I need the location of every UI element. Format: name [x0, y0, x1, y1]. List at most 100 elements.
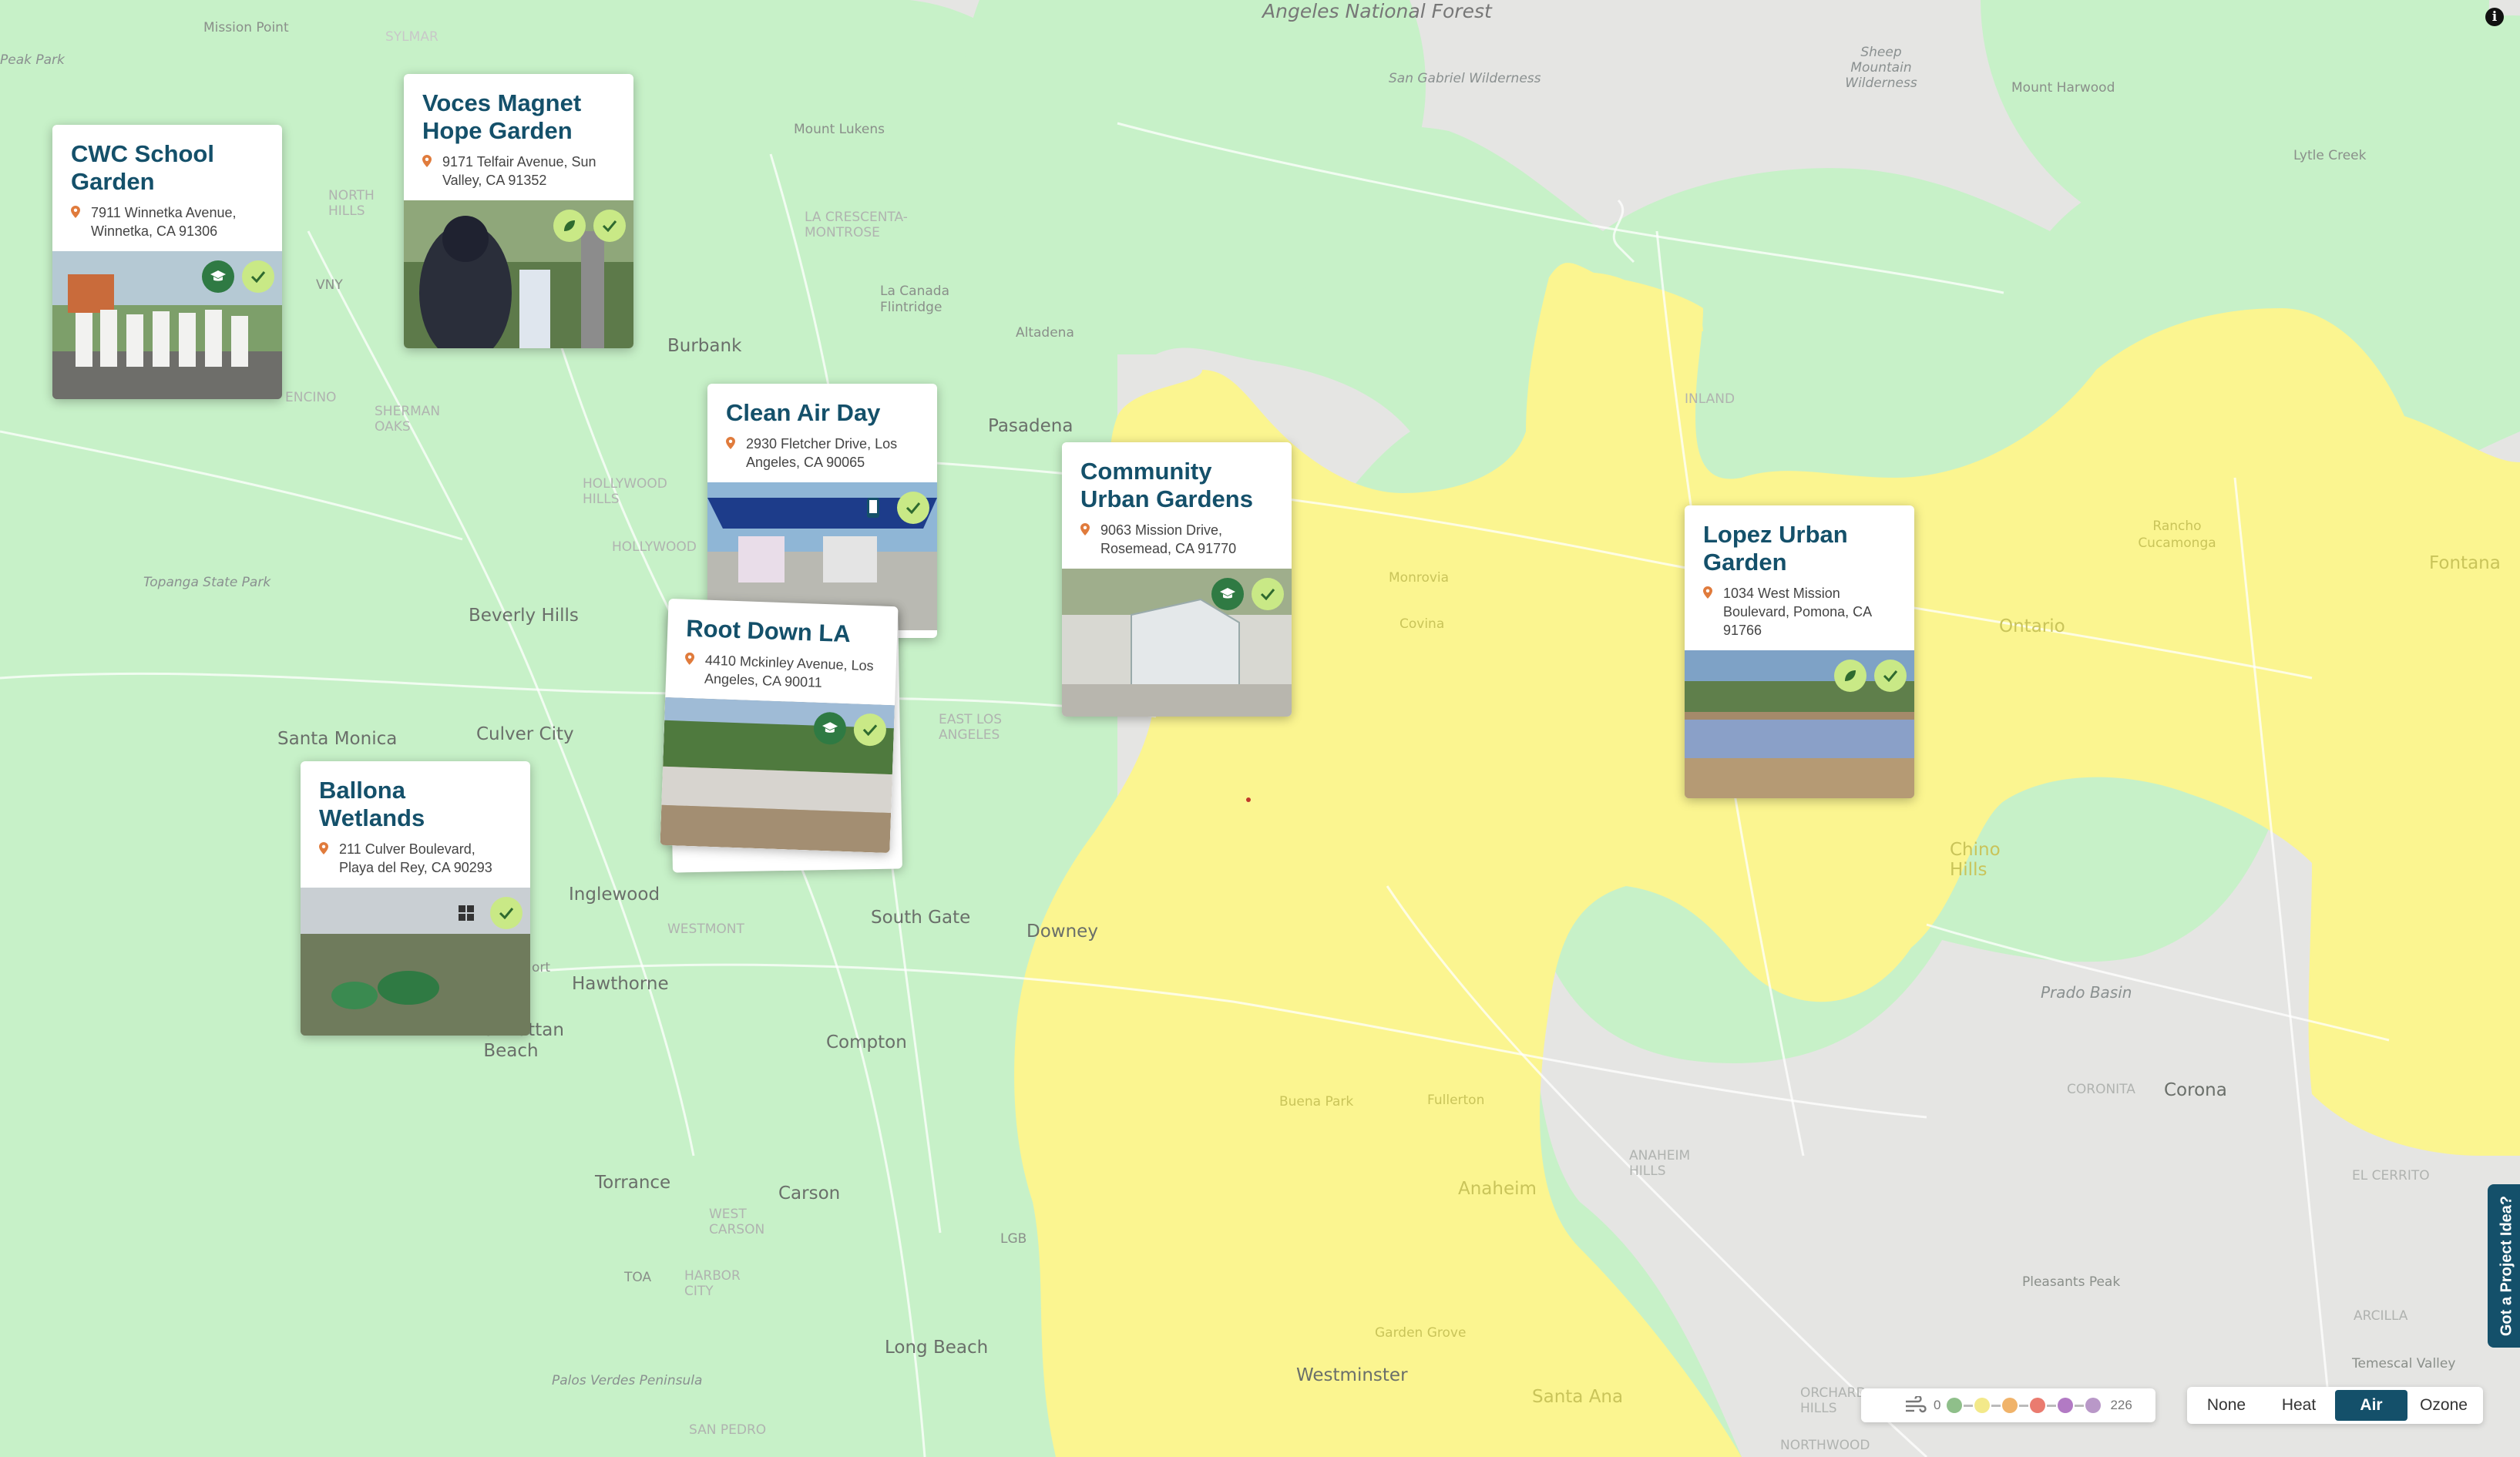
layer-option-heat[interactable]: Heat — [2263, 1390, 2335, 1421]
legend-dot-moderate — [1974, 1398, 1991, 1413]
place-chino-hills: Chino Hills — [1950, 840, 2001, 880]
check-badge-icon — [242, 260, 274, 293]
place-anaheim: Anaheim — [1458, 1179, 1537, 1199]
project-card-clean-air-day[interactable]: Clean Air Day 2930 Fletcher Drive, Los A… — [707, 384, 937, 638]
place-san-pedro: SAN PEDRO — [689, 1422, 767, 1438]
place-santa-monica: Santa Monica — [277, 729, 398, 749]
place-sherman-oaks: SHERMAN OAKS — [375, 404, 441, 435]
place-santa-ana: Santa Ana — [1532, 1387, 1624, 1407]
info-icon[interactable]: i — [2485, 8, 2504, 26]
project-idea-label: Got a Project Idea? — [2498, 1195, 2515, 1337]
check-badge-icon — [593, 210, 626, 242]
place-inland: INLAND — [1685, 391, 1735, 407]
check-badge-icon — [1252, 578, 1284, 610]
place-west-carson: WEST CARSON — [709, 1207, 765, 1237]
place-ontario: Ontario — [1999, 616, 2065, 636]
place-carson: Carson — [778, 1183, 841, 1204]
place-buena-park: Buena Park — [1279, 1094, 1354, 1110]
check-badge-icon — [490, 897, 522, 929]
card-photo — [660, 697, 895, 854]
place-garden-grove: Garden Grove — [1375, 1325, 1467, 1341]
card-title: Clean Air Day — [726, 399, 881, 426]
location-pin-icon — [726, 437, 735, 449]
place-topanga: Topanga State Park — [143, 575, 271, 590]
card-address: 9171 Telfair Avenue, Sun Valley, CA 9135… — [442, 154, 596, 188]
place-culver-city: Culver City — [476, 724, 574, 744]
legend-dot-hazardous — [2085, 1398, 2102, 1413]
phone-badge-icon — [857, 492, 889, 524]
place-corona: Corona — [2164, 1080, 2227, 1100]
legend-min: 0 — [1934, 1398, 1941, 1412]
location-pin-icon — [1703, 586, 1712, 599]
place-beverly-hills: Beverly Hills — [469, 606, 579, 626]
card-address: 211 Culver Boulevard, Playa del Rey, CA … — [339, 841, 492, 875]
place-coronita: CORONITA — [2067, 1082, 2135, 1097]
place-north-hills: NORTH HILLS — [328, 188, 375, 219]
wind-icon — [1906, 1396, 1927, 1413]
place-monrovia: Monrovia — [1389, 570, 1450, 586]
card-title: Root Down LA — [685, 614, 852, 648]
project-card-community-urban-gardens[interactable]: Community Urban Gardens 9063 Mission Dri… — [1062, 442, 1292, 717]
legend-dot-sensitive — [2002, 1398, 2018, 1413]
place-rancho: Rancho Cucamonga — [2138, 519, 2216, 551]
location-pin-icon — [319, 842, 328, 854]
aqi-legend: 0 226 — [1861, 1388, 2155, 1422]
place-sylmar: SYLMAR — [385, 29, 438, 45]
place-pasadena: Pasadena — [988, 416, 1074, 436]
card-photo — [404, 200, 633, 348]
place-altadena: Altadena — [1016, 325, 1074, 341]
place-prado: Prado Basin — [2041, 983, 2132, 1002]
place-downey: Downey — [1026, 922, 1098, 942]
project-idea-tab[interactable]: Got a Project Idea? — [2488, 1184, 2520, 1348]
card-title: Lopez Urban Garden — [1703, 521, 1848, 576]
check-badge-icon — [897, 492, 929, 524]
legend-dot-good — [1947, 1398, 1963, 1413]
place-angeles: Angeles National Forest — [1262, 0, 1492, 22]
project-card-cwc[interactable]: CWC School Garden 7911 Winnetka Avenue, … — [52, 125, 282, 399]
place-pleasants-peak: Pleasants Peak — [2022, 1274, 2121, 1290]
place-mount-harwood: Mount Harwood — [2011, 80, 2115, 96]
card-photo — [301, 888, 530, 1036]
place-harbor-city: HARBOR CITY — [684, 1268, 741, 1299]
layer-option-air[interactable]: Air — [2335, 1390, 2407, 1421]
place-hollywood: HOLLYWOOD — [612, 539, 697, 555]
school-badge-icon — [813, 711, 847, 746]
place-mount-lukens: Mount Lukens — [794, 122, 885, 137]
place-hollywood-hills: HOLLYWOOD HILLS — [583, 476, 667, 507]
place-westminster: Westminster — [1296, 1365, 1408, 1385]
card-title: CWC School Garden — [71, 140, 214, 195]
place-long-beach: Long Beach — [885, 1338, 989, 1358]
grid-badge-icon — [450, 897, 482, 929]
place-la-crescenta: LA CRESCENTA- MONTROSE — [805, 210, 908, 240]
layer-option-ozone[interactable]: Ozone — [2407, 1390, 2480, 1421]
place-lgb: LGB — [1000, 1231, 1027, 1247]
legend-dot-very-unhealthy — [2058, 1398, 2074, 1413]
place-el-cerrito: EL CERRITO — [2352, 1168, 2430, 1183]
place-san-gabriel: San Gabriel Wilderness — [1389, 71, 1541, 86]
check-badge-icon — [1874, 660, 1907, 692]
project-card-lopez-urban-garden[interactable]: Lopez Urban Garden 1034 West Mission Bou… — [1685, 505, 1914, 798]
place-toa: TOA — [624, 1270, 652, 1285]
card-address: 7911 Winnetka Avenue, Winnetka, CA 91306 — [91, 205, 237, 239]
place-vny: VNY — [316, 277, 343, 293]
place-temescal: Temescal Valley — [2352, 1356, 2456, 1371]
project-card-voces[interactable]: Voces Magnet Hope Garden 9171 Telfair Av… — [404, 74, 633, 348]
layer-option-none[interactable]: None — [2190, 1390, 2263, 1421]
place-hawthorne: Hawthorne — [572, 974, 669, 994]
place-covina: Covina — [1399, 616, 1445, 632]
location-pin-icon — [422, 155, 432, 167]
leaf-badge-icon — [1834, 660, 1866, 692]
location-pin-icon — [71, 206, 80, 218]
place-burbank: Burbank — [667, 336, 742, 356]
place-sheep-mountain: Sheep Mountain Wilderness — [1845, 45, 1917, 91]
place-westmont: WESTMONT — [667, 922, 744, 937]
map-marker-dot — [1246, 797, 1251, 802]
place-anaheim-hills: ANAHEIM HILLS — [1629, 1148, 1691, 1179]
card-address: 2930 Fletcher Drive, Los Angeles, CA 900… — [746, 436, 898, 470]
project-card-ballona-wetlands[interactable]: Ballona Wetlands 211 Culver Boulevard, P… — [301, 761, 530, 1036]
card-address: 4410 Mckinley Avenue, Los Angeles, CA 90… — [704, 652, 874, 690]
place-fullerton: Fullerton — [1427, 1093, 1485, 1108]
place-orchard-hills: ORCHARD HILLS — [1800, 1385, 1866, 1416]
card-photo — [1062, 569, 1292, 717]
project-card-root-down-la[interactable]: Root Down LA 4410 Mckinley Avenue, Los A… — [660, 598, 899, 854]
